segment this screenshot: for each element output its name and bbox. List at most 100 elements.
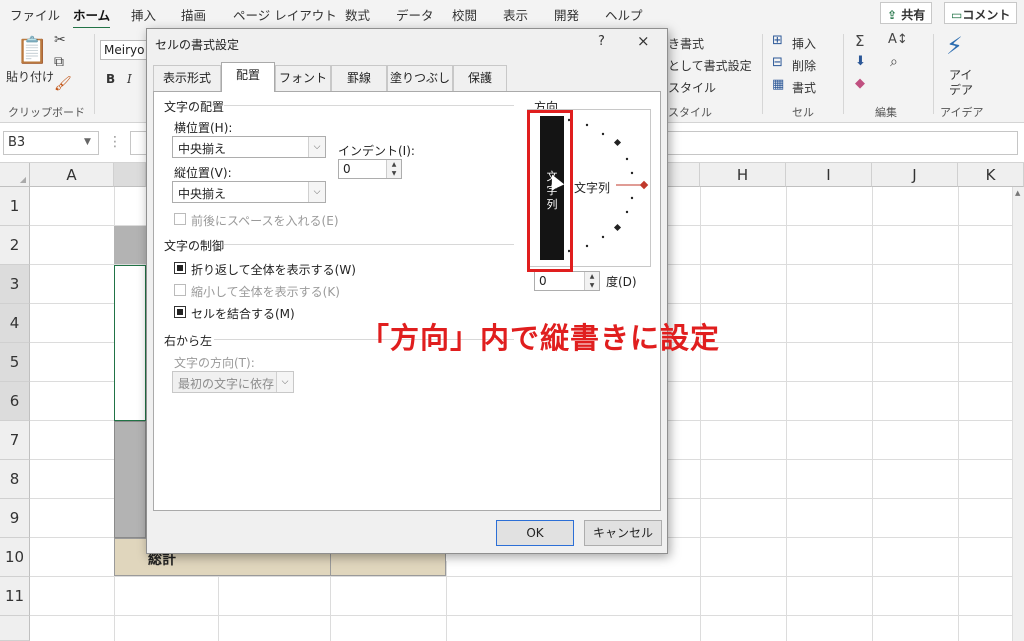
row-header-2[interactable]: 2	[0, 226, 30, 265]
tab-file[interactable]: ファイル	[10, 5, 60, 24]
chevron-down-icon[interactable]: ⌵	[276, 372, 293, 392]
comment-icon: ▭	[951, 8, 963, 22]
cancel-button[interactable]: キャンセル	[584, 520, 662, 546]
row-header-11[interactable]: 11	[0, 577, 30, 616]
column-header-j[interactable]: J	[872, 163, 958, 187]
degrees-spinner[interactable]: 0 ▲ ▼	[534, 271, 600, 291]
fill-icon[interactable]: ⬇	[855, 54, 866, 69]
indent-spinner[interactable]: 0 ▲ ▼	[338, 159, 402, 179]
tab-review[interactable]: 校閲	[452, 5, 477, 24]
cell-styles-button[interactable]: スタイル	[668, 79, 716, 96]
column-header-b[interactable]	[114, 163, 146, 187]
row-header-12[interactable]	[0, 616, 30, 641]
text-direction-label: 文字の方向(T):	[174, 356, 255, 370]
italic-button[interactable]: I	[127, 72, 132, 86]
justify-distributed-label: 前後にスペースを入れる(E)	[191, 214, 339, 228]
text-direction-select[interactable]: 最初の文字に依存 ⌵	[172, 371, 294, 393]
tab-protection[interactable]: 保護	[453, 65, 507, 91]
share-button[interactable]: ⇪ 共有	[880, 2, 933, 24]
group-separator	[933, 34, 934, 114]
tab-home[interactable]: ホーム	[73, 5, 111, 30]
ok-button[interactable]: OK	[496, 520, 574, 546]
close-icon[interactable]: ×	[637, 32, 650, 50]
tab-data[interactable]: データ	[396, 5, 434, 24]
delete-button[interactable]: 削除	[792, 57, 816, 74]
wrap-text-label: 折り返して全体を表示する(W)	[191, 263, 356, 277]
insert-button[interactable]: 挿入	[792, 35, 816, 52]
row-header-4[interactable]: 4	[0, 304, 30, 343]
tab-draw[interactable]: 描画	[181, 5, 206, 24]
text-control-header: 文字の制御	[164, 239, 225, 253]
chevron-down-icon[interactable]: ▼	[84, 137, 91, 147]
tab-fill[interactable]: 塗りつぶし	[387, 65, 453, 91]
tab-alignment[interactable]: 配置	[221, 62, 275, 92]
format-as-table-button[interactable]: として書式設定	[668, 57, 752, 74]
tab-page-layout[interactable]: ページ レイアウト	[233, 5, 337, 24]
tab-developer[interactable]: 開発	[554, 5, 579, 24]
selected-merged-cell-b3[interactable]	[114, 265, 146, 421]
horizontal-select[interactable]: 中央揃え ⌵	[172, 136, 326, 158]
format-button[interactable]: 書式	[792, 79, 816, 96]
annotation-callout: 「方向」内で縦書きに設定	[360, 321, 721, 355]
column-header-g[interactable]	[668, 163, 700, 187]
clear-icon[interactable]: ◆	[855, 76, 865, 91]
cut-icon[interactable]: ✂	[54, 32, 66, 48]
column-header-k[interactable]: K	[958, 163, 1024, 187]
clipboard-icon: 📋	[16, 36, 49, 66]
ideas-icon[interactable]: ⚡	[946, 32, 963, 60]
row-header-6[interactable]: 6	[0, 382, 30, 421]
bold-button[interactable]: B	[106, 72, 115, 86]
comment-button[interactable]: ▭コメント	[944, 2, 1018, 24]
degrees-label: 度(D)	[606, 275, 637, 289]
vertical-scrollbar[interactable]: ▲	[1012, 187, 1024, 641]
highlight-box	[527, 110, 573, 272]
tab-view[interactable]: 表示	[503, 5, 528, 24]
tab-font[interactable]: フォント	[275, 65, 331, 91]
paste-button[interactable]: 貼り付け	[6, 68, 54, 85]
column-header-i[interactable]: I	[786, 163, 872, 187]
merge-cells-checkbox[interactable]	[174, 306, 186, 318]
row-header-3[interactable]: 3	[0, 265, 30, 304]
autosum-icon[interactable]: Σ	[855, 32, 864, 50]
find-icon[interactable]: ⌕	[890, 54, 898, 70]
row-header-9[interactable]: 9	[0, 499, 30, 538]
sort-filter-icon[interactable]: A↕	[888, 32, 908, 47]
spin-up-icon[interactable]: ▲	[386, 160, 401, 169]
spin-down-icon[interactable]: ▼	[386, 169, 401, 178]
row-header-7[interactable]: 7	[0, 421, 30, 460]
row-header-10[interactable]: 10	[0, 538, 30, 577]
column-header-h[interactable]: H	[700, 163, 786, 187]
vertical-select[interactable]: 中央揃え ⌵	[172, 181, 326, 203]
format-painter-icon[interactable]: 🖌	[54, 76, 72, 92]
row-header-1[interactable]: 1	[0, 187, 30, 226]
styles-group-label: スタイル	[668, 106, 712, 119]
tab-border[interactable]: 罫線	[331, 65, 387, 91]
group-separator	[762, 34, 763, 114]
merged-cell-b7[interactable]	[114, 421, 146, 538]
help-icon[interactable]: ?	[598, 34, 605, 49]
ideas-group-label: アイデア	[940, 106, 984, 119]
shrink-to-fit-checkbox[interactable]	[174, 284, 186, 296]
wrap-text-checkbox[interactable]	[174, 262, 186, 274]
row-header-8[interactable]: 8	[0, 460, 30, 499]
chevron-down-icon[interactable]: ⌵	[308, 182, 325, 202]
column-header-a[interactable]: A	[30, 163, 114, 187]
tab-number[interactable]: 表示形式	[153, 65, 221, 91]
tab-insert[interactable]: 挿入	[131, 5, 156, 24]
spin-down-icon[interactable]: ▼	[584, 281, 599, 290]
conditional-format-button[interactable]: き書式	[668, 35, 704, 52]
rotated-text-label: 文字列	[574, 179, 611, 196]
scroll-up-icon[interactable]: ▲	[1015, 189, 1020, 197]
vertical-value: 中央揃え	[178, 187, 227, 201]
justify-distributed-checkbox[interactable]	[174, 213, 186, 225]
share-icon: ⇪	[887, 8, 902, 22]
chevron-down-icon[interactable]: ⌵	[308, 137, 325, 157]
copy-icon[interactable]: ⧉	[54, 54, 64, 70]
dialog-title: セルの書式設定	[155, 38, 240, 52]
select-all-corner[interactable]: ◢	[0, 163, 30, 187]
divider	[224, 244, 514, 245]
spin-up-icon[interactable]: ▲	[584, 272, 599, 281]
tab-formulas[interactable]: 数式	[345, 5, 370, 24]
tab-help[interactable]: ヘルプ	[605, 5, 643, 24]
row-header-5[interactable]: 5	[0, 343, 30, 382]
